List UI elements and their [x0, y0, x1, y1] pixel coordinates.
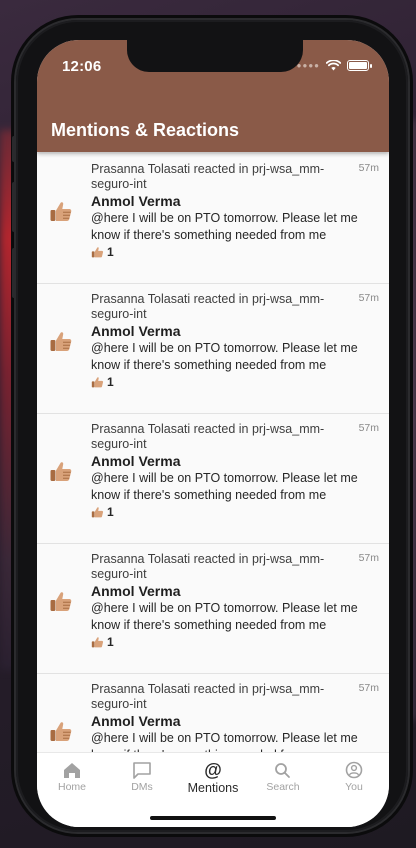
message-author[interactable]: Anmol Verma [91, 323, 180, 339]
timestamp: 57m [358, 552, 379, 564]
tab-label: DMs [131, 781, 153, 793]
list-item[interactable]: Prasanna Tolasati reacted in prj-wsa_mm-… [37, 414, 389, 544]
message-author[interactable]: Anmol Verma [91, 713, 180, 729]
tab-mentions[interactable]: @ Mentions [178, 759, 248, 799]
reaction-count: 1 [107, 245, 114, 259]
thumbs-up-icon [91, 506, 104, 517]
phone-frame: 12:06 ●●●● Mentions & Reactions Prasanna… [12, 20, 408, 832]
status-indicators: ●●●● [296, 60, 372, 71]
reaction-context: Prasanna Tolasati reacted in prj-wsa_mm-… [91, 162, 325, 191]
thumbs-up-icon [91, 376, 104, 387]
timestamp: 57m [358, 422, 379, 434]
tab-dms[interactable]: DMs [107, 759, 177, 799]
message-text: @here I will be on PTO tomorrow. Please … [91, 601, 358, 632]
thumbs-up-icon [50, 332, 72, 351]
reaction-count: 1 [107, 505, 114, 519]
reaction-context: Prasanna Tolasati reacted in prj-wsa_mm-… [91, 422, 325, 451]
thumbs-up-icon [91, 246, 104, 257]
device-notch [127, 40, 303, 72]
home-icon [64, 763, 80, 778]
reaction-context: Prasanna Tolasati reacted in prj-wsa_mm-… [91, 552, 325, 581]
thumbs-up-icon [50, 202, 72, 221]
list-item[interactable]: Prasanna Tolasati reacted in prj-wsa_mm-… [37, 284, 389, 414]
volume-down-button [12, 248, 16, 298]
tab-label: Home [57, 781, 86, 793]
message-author[interactable]: Anmol Verma [91, 583, 180, 599]
status-time: 12:06 [62, 58, 102, 75]
mentions-feed[interactable]: Prasanna Tolasati reacted in prj-wsa_mm-… [37, 154, 389, 752]
timestamp: 57m [358, 162, 379, 174]
list-item[interactable]: Prasanna Tolasati reacted in prj-wsa_mm-… [37, 544, 389, 674]
tab-label: Mentions [187, 781, 239, 795]
reaction-count: 1 [107, 375, 114, 389]
message-text: @here I will be on PTO tomorrow. Please … [91, 211, 358, 242]
reaction-chip[interactable]: 1 [91, 635, 114, 649]
list-item[interactable]: Prasanna Tolasati reacted in prj-wsa_mm-… [37, 154, 389, 284]
tab-search[interactable]: Search [248, 759, 318, 799]
message-author[interactable]: Anmol Verma [91, 193, 180, 209]
thumbs-up-icon [91, 636, 104, 647]
tab-label: Search [266, 781, 300, 793]
chat-bubble-icon [133, 762, 151, 779]
reaction-context: Prasanna Tolasati reacted in prj-wsa_mm-… [91, 682, 325, 711]
message-text: @here I will be on PTO tomorrow. Please … [91, 341, 358, 372]
reaction-context: Prasanna Tolasati reacted in prj-wsa_mm-… [91, 292, 325, 321]
app-header: 12:06 ●●●● Mentions & Reactions [37, 40, 389, 152]
at-sign-icon: @ [204, 760, 222, 780]
reaction-count: 1 [107, 635, 114, 649]
search-icon [275, 763, 290, 778]
reaction-chip[interactable]: 1 [91, 505, 114, 519]
message-text: @here I will be on PTO tomorrow. Please … [91, 731, 358, 752]
wifi-icon [326, 60, 341, 71]
reaction-chip[interactable]: 1 [91, 375, 114, 389]
battery-icon [347, 60, 372, 71]
tab-label: You [345, 781, 363, 793]
profile-icon [345, 761, 363, 779]
list-item[interactable]: Prasanna Tolasati reacted in prj-wsa_mm-… [37, 674, 389, 752]
thumbs-up-icon [50, 722, 72, 741]
timestamp: 57m [358, 682, 379, 694]
app-screen: 12:06 ●●●● Mentions & Reactions Prasanna… [37, 40, 389, 827]
silent-switch [12, 136, 16, 162]
thumbs-up-icon [50, 462, 72, 481]
timestamp: 57m [358, 292, 379, 304]
volume-up-button [12, 182, 16, 232]
message-text: @here I will be on PTO tomorrow. Please … [91, 471, 358, 502]
page-title: Mentions & Reactions [51, 120, 240, 140]
tab-home[interactable]: Home [37, 759, 107, 799]
thumbs-up-icon [50, 592, 72, 611]
reaction-chip[interactable]: 1 [91, 245, 114, 259]
message-author[interactable]: Anmol Verma [91, 453, 180, 469]
cellular-signal-icon: ●●●● [296, 60, 320, 70]
home-indicator[interactable] [150, 816, 276, 820]
tab-you[interactable]: You [319, 759, 389, 799]
